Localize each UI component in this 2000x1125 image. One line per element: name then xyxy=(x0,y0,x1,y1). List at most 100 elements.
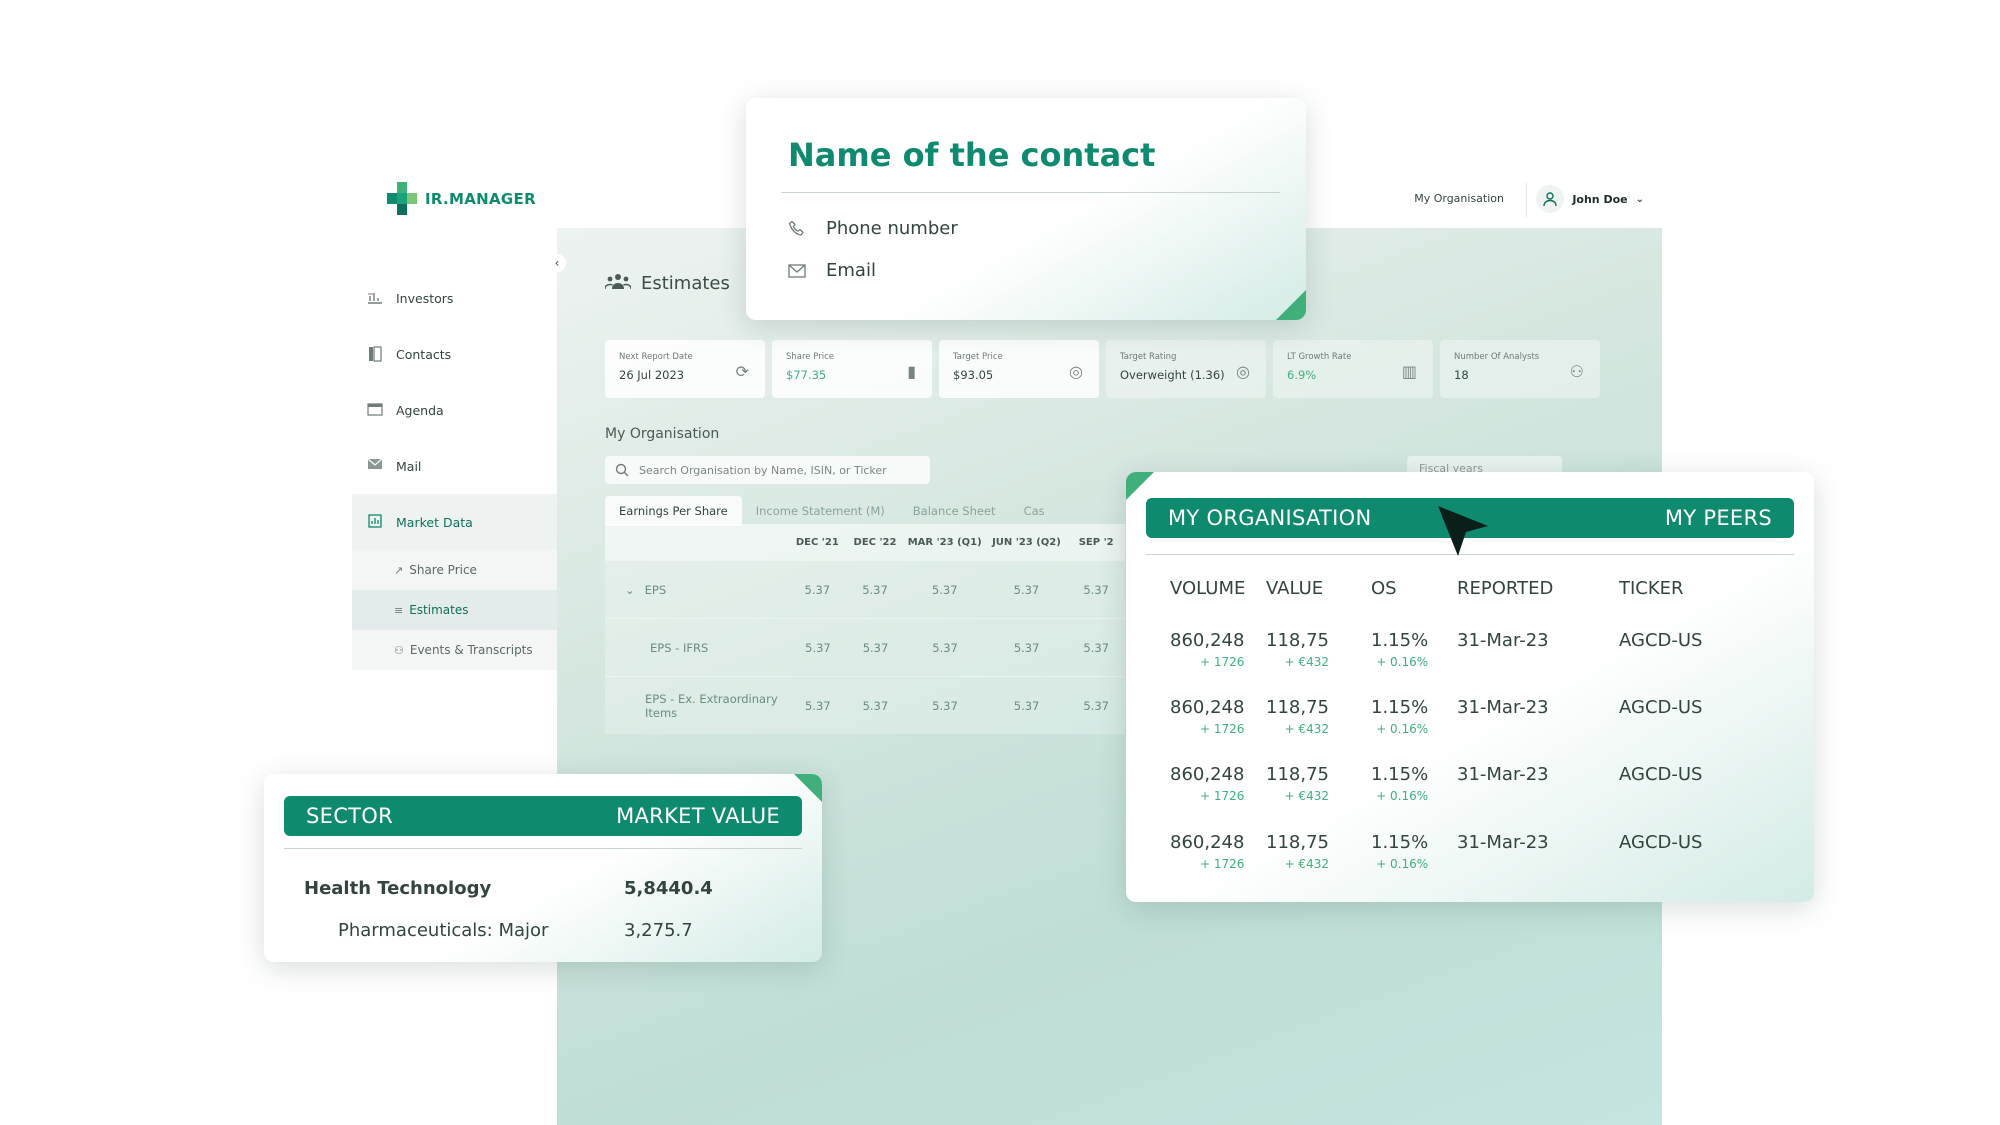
table-row[interactable]: 860,248 + 1726 118,75 + €432 1.15% + 0.16% … xyxy=(1146,630,1794,670)
my-organisation-link[interactable]: My Organisation xyxy=(1414,192,1504,205)
tab-my-organisation[interactable]: MY ORGANISATION xyxy=(1168,506,1372,530)
subnav-item-label: Estimates xyxy=(409,603,469,617)
kpi-lt-growth-rate[interactable]: LT Growth Rate 6.9% ▥ xyxy=(1273,340,1433,398)
sector-card: SECTOR MARKET VALUE Health Technology 5,… xyxy=(264,774,822,962)
volume-value: 860,248 xyxy=(1170,630,1245,651)
contact-email[interactable]: Email xyxy=(788,260,876,281)
sidebar-nav: Investors Contacts Agenda Mail Market Da… xyxy=(352,270,557,670)
volume-delta: + 1726 xyxy=(1200,789,1245,803)
topbar-divider xyxy=(1526,182,1527,218)
table-cell: 5.37 xyxy=(931,582,958,597)
sector-name: Pharmaceuticals: Major xyxy=(338,920,549,941)
row-label: EPS - Ex. Extraordinary Items xyxy=(645,691,778,720)
kpi-target-price[interactable]: Target Price $93.05 ◎ xyxy=(939,340,1099,398)
table-row[interactable]: EPS - Ex. Extraordinary Items 5.37 5.37 … xyxy=(605,676,1125,734)
kpi-next-report-date[interactable]: Next Report Date 26 Jul 2023 ⟳ xyxy=(605,340,765,398)
collapse-sidebar-button[interactable]: ‹ xyxy=(548,254,566,272)
kpi-target-rating[interactable]: Target Rating Overweight (1.36) ◎ xyxy=(1106,340,1266,398)
contact-email-text: Email xyxy=(826,260,876,281)
kpi-share-price[interactable]: Share Price $77.35 ▮ xyxy=(772,340,932,398)
table-cell: 5.37 xyxy=(862,640,889,655)
table-header: VOLUME VALUE OS REPORTED TICKER xyxy=(1146,578,1794,599)
table-cell: 5.37 xyxy=(1013,698,1040,713)
sidebar-item-agenda[interactable]: Agenda xyxy=(352,382,557,438)
row-label: EPS xyxy=(644,582,667,597)
table-cell: 5.37 xyxy=(804,698,831,713)
table-row[interactable]: ⌄ EPS 5.37 5.37 5.37 5.37 5.37 xyxy=(605,560,1125,618)
bar-chart-icon: ▮ xyxy=(907,362,916,381)
os-delta: + 0.16% xyxy=(1376,655,1429,669)
table-cell: 5.37 xyxy=(1083,582,1109,597)
sector-market-value: 3,275.7 xyxy=(624,920,693,941)
people-group-icon xyxy=(604,272,632,295)
target-icon: ◎ xyxy=(1069,362,1083,381)
subnav-item-share-price[interactable]: ↗ Share Price xyxy=(352,550,557,590)
value-delta: + €432 xyxy=(1284,789,1329,803)
tab-my-peers[interactable]: MY PEERS xyxy=(1665,506,1772,530)
kpi-value: 18 xyxy=(1454,368,1469,382)
table-cell: 5.37 xyxy=(932,640,958,655)
table-row[interactable]: 860,248 + 1726 118,75 + €432 1.15% + 0.16% … xyxy=(1146,764,1794,804)
os-value: 1.15% xyxy=(1371,764,1429,785)
column-header: TICKER xyxy=(1619,578,1684,599)
contacts-icon xyxy=(366,346,384,362)
tab-balance-sheet[interactable]: Balance Sheet xyxy=(899,496,1010,526)
analysts-icon: ⚇ xyxy=(1569,362,1584,381)
chevron-down-icon[interactable]: ⌄ xyxy=(625,583,635,597)
subnav-item-estimates[interactable]: ≡ Estimates xyxy=(352,590,557,630)
kpi-number-of-analysts[interactable]: Number Of Analysts 18 ⚇ xyxy=(1440,340,1600,398)
sidebar-item-investors[interactable]: Investors xyxy=(352,270,557,326)
kpi-value: 6.9% xyxy=(1287,368,1317,382)
column-header: VOLUME xyxy=(1170,578,1246,599)
subnav-item-label: Share Price xyxy=(409,563,477,577)
sector-row[interactable]: Pharmaceuticals: Major 3,275.7 xyxy=(304,920,802,941)
envelope-icon xyxy=(788,263,806,278)
table-row[interactable]: EPS - IFRS 5.37 5.37 5.37 5.37 5.37 xyxy=(605,618,1125,676)
column-header: OS xyxy=(1371,578,1397,599)
sidebar-item-mail[interactable]: Mail xyxy=(352,438,557,494)
column-header: DEC '21 xyxy=(795,536,839,548)
contact-phone-text: Phone number xyxy=(826,218,958,239)
search-input[interactable]: Search Organisation by Name, ISIN, or Ti… xyxy=(605,456,930,484)
kpi-label: Target Rating xyxy=(1120,352,1177,362)
sector-name: Health Technology xyxy=(304,878,492,899)
value-delta: + €432 xyxy=(1284,857,1329,871)
kpi-value: $93.05 xyxy=(953,368,994,382)
mail-icon xyxy=(366,458,384,474)
kpi-label: Target Price xyxy=(953,352,1003,362)
os-delta: + 0.16% xyxy=(1376,857,1429,871)
phone-icon xyxy=(788,220,804,236)
kpi-value: $77.35 xyxy=(786,368,827,382)
kpi-label: Next Report Date xyxy=(619,352,693,362)
kpi-label: LT Growth Rate xyxy=(1287,352,1352,362)
sidebar-item-contacts[interactable]: Contacts xyxy=(352,326,557,382)
user-name: John Doe xyxy=(1572,192,1628,206)
contact-phone[interactable]: Phone number xyxy=(788,218,958,239)
column-header: SEP '2 xyxy=(1078,536,1114,548)
column-header: MAR '23 (Q1) xyxy=(907,536,982,548)
market-value-header: MARKET VALUE xyxy=(616,804,780,828)
user-menu[interactable]: John Doe ⌄ xyxy=(1536,185,1644,213)
tab-income-statement[interactable]: Income Statement (M) xyxy=(742,496,899,526)
logo-mark-icon xyxy=(387,182,417,216)
os-delta: + 0.16% xyxy=(1376,722,1429,736)
logo[interactable]: IR.MANAGER xyxy=(387,182,536,216)
table-header: DEC '21 DEC '22 MAR '23 (Q1) JUN '23 (Q2… xyxy=(605,524,1125,560)
events-icon: ⚇ xyxy=(394,643,404,657)
subnav-item-events[interactable]: ⚇ Events & Transcripts xyxy=(352,630,557,670)
table-row[interactable]: 860,248 + 1726 118,75 + €432 1.15% + 0.16% … xyxy=(1146,697,1794,737)
tab-cash-flow[interactable]: Cas xyxy=(1010,496,1059,526)
sector-row[interactable]: Health Technology 5,8440.4 xyxy=(304,878,802,899)
tab-earnings-per-share[interactable]: Earnings Per Share xyxy=(605,496,742,526)
divider xyxy=(284,848,802,849)
table-row[interactable]: 860,248 + 1726 118,75 + €432 1.15% + 0.16% … xyxy=(1146,832,1794,872)
sidebar-item-label: Market Data xyxy=(396,514,473,530)
rating-icon: ◎ xyxy=(1236,362,1250,381)
value-value: 118,75 xyxy=(1266,630,1329,651)
sidebar-item-label: Investors xyxy=(396,290,454,306)
value-delta: + €432 xyxy=(1284,655,1329,669)
sidebar-item-label: Contacts xyxy=(396,346,452,362)
calendar-icon xyxy=(366,402,384,418)
kpi-value: 26 Jul 2023 xyxy=(619,368,685,382)
sidebar-item-market-data[interactable]: Market Data xyxy=(352,494,557,550)
